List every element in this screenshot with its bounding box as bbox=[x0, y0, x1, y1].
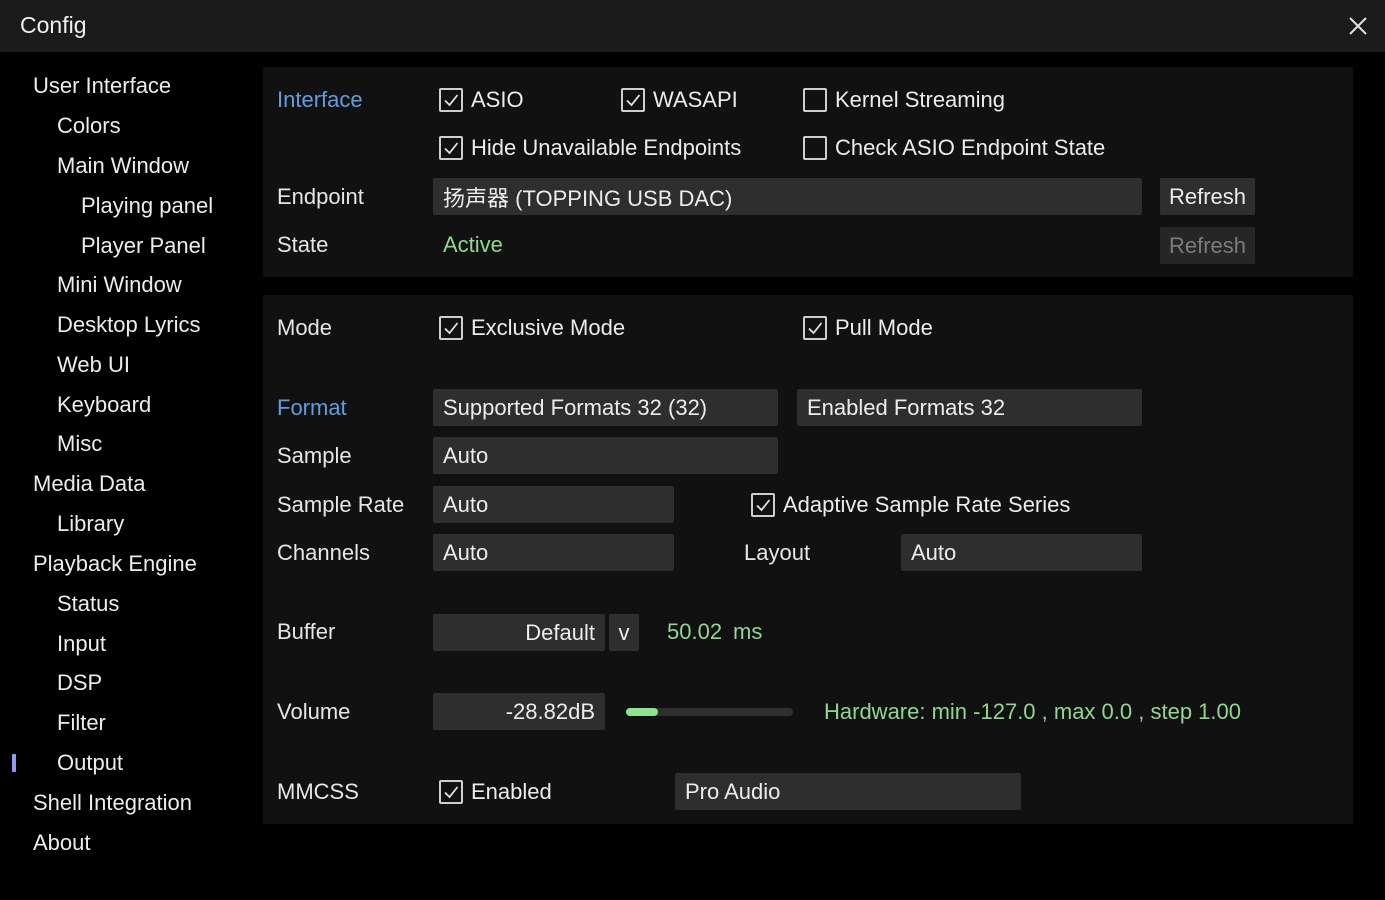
sidebar-item-filter[interactable]: Filter bbox=[57, 709, 106, 737]
volume-label: Volume bbox=[277, 699, 351, 724]
sidebar-item-library[interactable]: Library bbox=[57, 510, 124, 538]
state-value: Active bbox=[443, 232, 503, 257]
adaptive-sample-rate-checkbox[interactable]: Adaptive Sample Rate Series bbox=[751, 491, 1070, 519]
sidebar-item-output[interactable]: Output bbox=[57, 749, 123, 777]
volume-slider-fill bbox=[626, 708, 658, 716]
endpoint-label: Endpoint bbox=[277, 184, 364, 209]
mmcss-profile-select[interactable]: Pro Audio bbox=[675, 773, 1021, 810]
hide-unavailable-label: Hide Unavailable Endpoints bbox=[471, 135, 742, 160]
sidebar-item-mini-window[interactable]: Mini Window bbox=[57, 271, 182, 299]
checkbox-box bbox=[439, 136, 463, 160]
sidebar-item-keyboard[interactable]: Keyboard bbox=[57, 391, 151, 419]
selection-marker bbox=[12, 754, 16, 772]
adaptive-sample-rate-label: Adaptive Sample Rate Series bbox=[783, 492, 1071, 517]
window-title: Config bbox=[20, 12, 87, 38]
checkmark-icon bbox=[626, 94, 641, 107]
sidebar-item-colors[interactable]: Colors bbox=[57, 112, 121, 140]
buffer-input[interactable]: Default bbox=[433, 614, 605, 651]
sidebar-item-user-interface[interactable]: User Interface bbox=[33, 72, 171, 100]
mmcss-label: MMCSS bbox=[277, 779, 359, 804]
layout-select[interactable]: Auto bbox=[901, 534, 1142, 571]
volume-slider[interactable] bbox=[626, 708, 793, 716]
check-asio-checkbox[interactable]: Check ASIO Endpoint State bbox=[803, 134, 1105, 162]
hardware-info: Hardware: min -127.0 , max 0.0 , step 1.… bbox=[824, 699, 1241, 724]
checkbox-box bbox=[439, 88, 463, 112]
buffer-unit: ms bbox=[733, 619, 763, 644]
checkbox-box bbox=[439, 316, 463, 340]
sidebar-item-player-panel[interactable]: Player Panel bbox=[81, 232, 206, 260]
mode-label: Mode bbox=[277, 315, 333, 340]
enabled-formats-button[interactable]: Enabled Formats 32 bbox=[797, 389, 1142, 426]
format-label: Format bbox=[277, 395, 347, 420]
check-asio-label: Check ASIO Endpoint State bbox=[835, 135, 1106, 160]
sidebar-item-about[interactable]: About bbox=[33, 829, 91, 857]
mmcss-enabled-label: Enabled bbox=[471, 779, 552, 804]
checkbox-box bbox=[803, 88, 827, 112]
buffer-label: Buffer bbox=[277, 619, 336, 644]
checkbox-box bbox=[439, 780, 463, 804]
checkmark-icon bbox=[444, 786, 459, 799]
sidebar-item-misc[interactable]: Misc bbox=[57, 430, 102, 458]
hide-unavailable-checkbox[interactable]: Hide Unavailable Endpoints bbox=[439, 134, 741, 162]
sidebar-item-input[interactable]: Input bbox=[57, 630, 106, 658]
checkbox-box bbox=[751, 493, 775, 517]
title-bar: Config bbox=[0, 0, 1385, 52]
checkmark-icon bbox=[808, 322, 823, 335]
sidebar-item-desktop-lyrics[interactable]: Desktop Lyrics bbox=[57, 311, 200, 339]
kernel-streaming-label: Kernel Streaming bbox=[835, 87, 1005, 112]
endpoint-select[interactable]: 扬声器 (TOPPING USB DAC) bbox=[433, 178, 1142, 215]
pull-mode-checkbox[interactable]: Pull Mode bbox=[803, 314, 933, 342]
channels-select[interactable]: Auto bbox=[433, 534, 674, 571]
refresh-button[interactable]: Refresh bbox=[1160, 178, 1255, 215]
state-refresh-button[interactable]: Refresh bbox=[1160, 227, 1255, 264]
sample-rate-select[interactable]: Auto bbox=[433, 486, 674, 523]
buffer-dropdown-button[interactable]: v bbox=[609, 614, 639, 651]
close-button[interactable] bbox=[1341, 8, 1375, 44]
checkmark-icon bbox=[756, 499, 771, 512]
sample-label: Sample bbox=[277, 443, 352, 468]
mmcss-enabled-checkbox[interactable]: Enabled bbox=[439, 778, 552, 806]
pull-mode-label: Pull Mode bbox=[835, 315, 933, 340]
sidebar-item-status[interactable]: Status bbox=[57, 590, 119, 618]
volume-input[interactable]: -28.82dB bbox=[433, 693, 605, 730]
sidebar-item-playing-panel[interactable]: Playing panel bbox=[81, 192, 213, 220]
checkmark-icon bbox=[444, 94, 459, 107]
checkbox-box bbox=[621, 88, 645, 112]
interface-section-label: Interface bbox=[277, 87, 363, 112]
exclusive-mode-checkbox[interactable]: Exclusive Mode bbox=[439, 314, 625, 342]
sidebar-item-media-data[interactable]: Media Data bbox=[33, 470, 146, 498]
sample-rate-label: Sample Rate bbox=[277, 492, 405, 517]
state-label: State bbox=[277, 232, 329, 257]
channels-label: Channels bbox=[277, 540, 370, 565]
checkmark-icon bbox=[444, 322, 459, 335]
wasapi-label: WASAPI bbox=[653, 87, 738, 112]
layout-label: Layout bbox=[744, 540, 811, 565]
asio-label: ASIO bbox=[471, 87, 524, 112]
buffer-ms-value: 50.02 bbox=[667, 619, 723, 644]
checkbox-box bbox=[803, 136, 827, 160]
asio-checkbox[interactable]: ASIO bbox=[439, 86, 524, 114]
wasapi-checkbox[interactable]: WASAPI bbox=[621, 86, 738, 114]
checkmark-icon bbox=[444, 142, 459, 155]
sidebar-item-shell-integration[interactable]: Shell Integration bbox=[33, 789, 192, 817]
exclusive-mode-label: Exclusive Mode bbox=[471, 315, 626, 340]
sidebar-item-web-ui[interactable]: Web UI bbox=[57, 351, 130, 379]
checkbox-box bbox=[803, 316, 827, 340]
close-icon bbox=[1349, 17, 1367, 35]
kernel-streaming-checkbox[interactable]: Kernel Streaming bbox=[803, 86, 1005, 114]
supported-formats-button[interactable]: Supported Formats 32 (32) bbox=[433, 389, 778, 426]
settings-nav: User Interface Colors Main Window Playin… bbox=[0, 52, 255, 900]
sidebar-item-playback-engine[interactable]: Playback Engine bbox=[33, 550, 197, 578]
sample-select[interactable]: Auto bbox=[433, 437, 778, 474]
sidebar-item-dsp[interactable]: DSP bbox=[57, 669, 102, 697]
sidebar-item-main-window[interactable]: Main Window bbox=[57, 152, 189, 180]
